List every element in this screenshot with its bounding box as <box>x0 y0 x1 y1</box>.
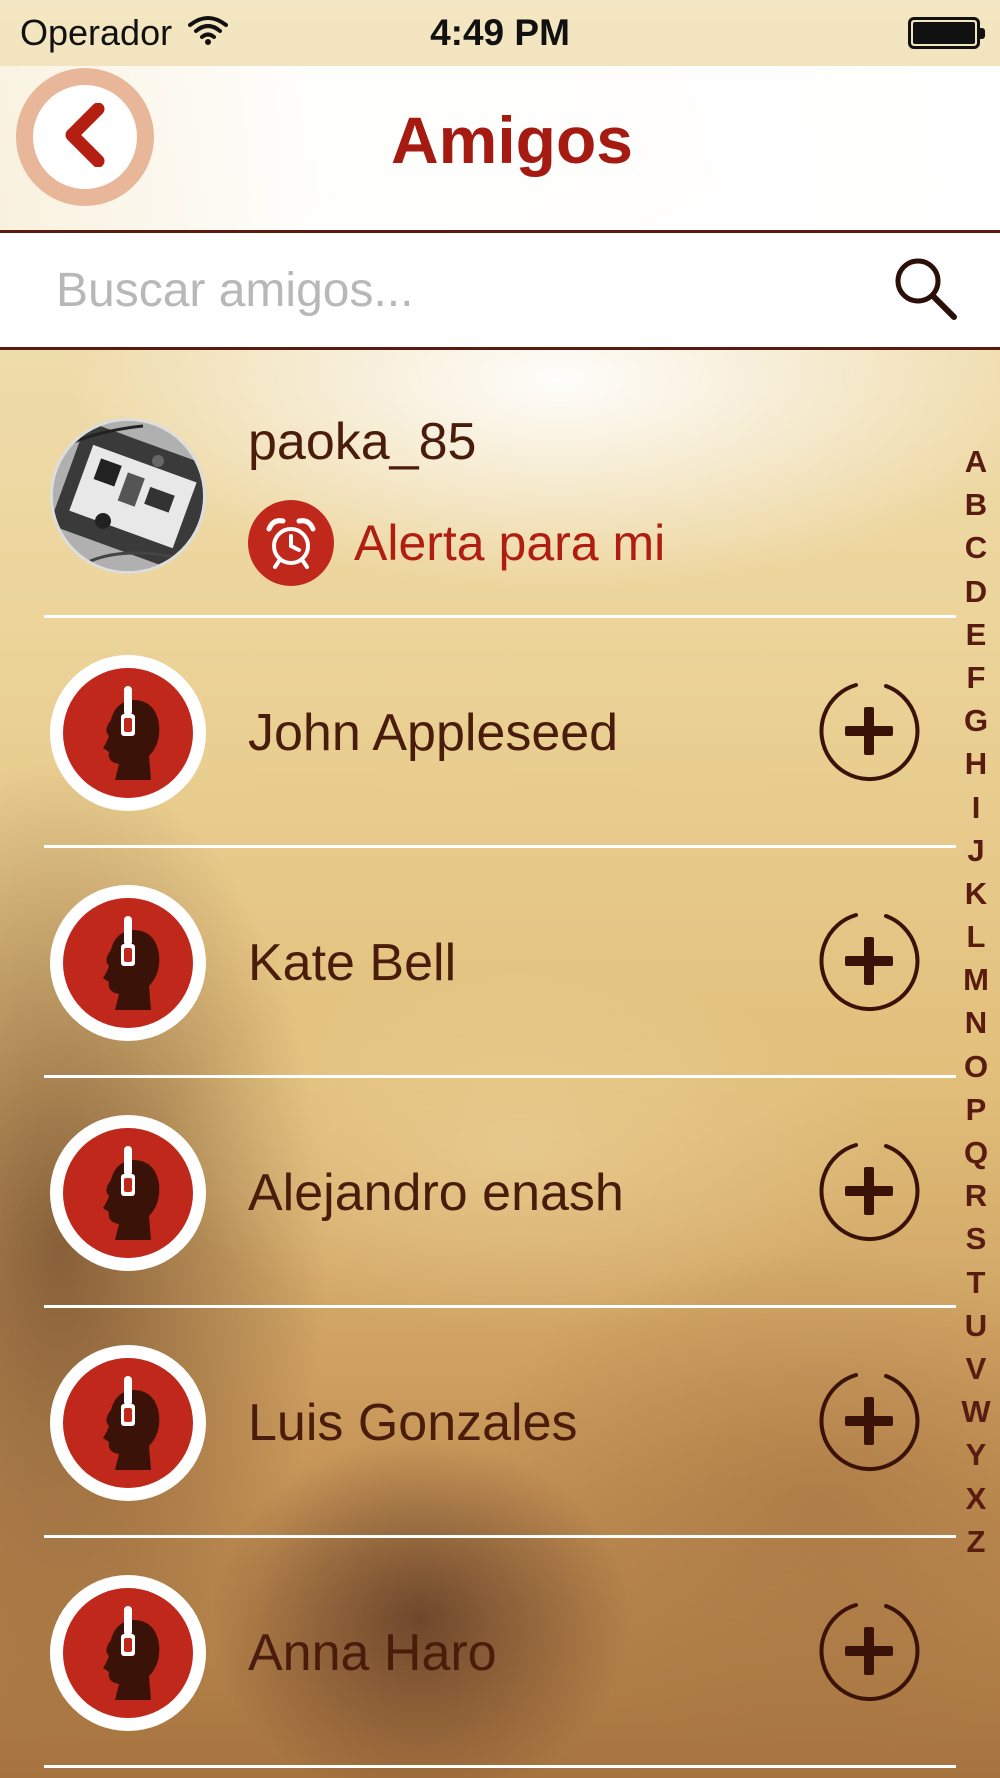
alarm-clock-icon <box>248 500 334 586</box>
plus-circle-icon <box>816 908 922 1019</box>
index-letter[interactable]: A <box>965 440 987 483</box>
friend-name: Luis Gonzales <box>248 1394 578 1452</box>
friend-row[interactable]: Anna Haro <box>0 1538 960 1768</box>
index-letter[interactable]: K <box>965 872 987 915</box>
avatar[interactable] <box>50 1345 206 1501</box>
add-friend-button[interactable] <box>816 1370 922 1476</box>
plus-circle-icon <box>816 1368 922 1479</box>
friend-name: Kate Bell <box>248 934 457 992</box>
search-icon[interactable] <box>890 253 960 328</box>
friend-row[interactable]: Alejandro enash <box>0 1078 960 1308</box>
add-friend-button[interactable] <box>816 1600 922 1706</box>
status-time: 4:49 PM <box>430 12 570 53</box>
index-letter[interactable]: F <box>967 656 986 699</box>
avatar[interactable] <box>50 1575 206 1731</box>
index-letter[interactable]: B <box>965 483 987 526</box>
index-letter[interactable]: Z <box>967 1520 986 1563</box>
add-friend-button[interactable] <box>816 910 922 1016</box>
index-letter[interactable]: N <box>965 1001 987 1044</box>
index-letter[interactable]: L <box>967 915 986 958</box>
friends-list: paoka_85 Alerta para mi John Appleseed K… <box>0 352 960 1768</box>
index-letter[interactable]: R <box>965 1174 987 1217</box>
index-letter[interactable]: Q <box>964 1131 988 1174</box>
index-letter[interactable]: U <box>965 1304 987 1347</box>
index-letter[interactable]: P <box>966 1088 987 1131</box>
index-letter[interactable]: H <box>965 742 987 785</box>
search-bar <box>0 230 1000 350</box>
friend-name: John Appleseed <box>248 704 619 762</box>
search-input[interactable] <box>56 262 890 318</box>
index-letter[interactable]: J <box>967 829 984 872</box>
friend-row[interactable]: Kate Bell <box>0 848 960 1078</box>
my-profile-row[interactable]: paoka_85 Alerta para mi <box>0 352 960 618</box>
add-friend-button[interactable] <box>816 680 922 786</box>
wifi-icon <box>188 12 229 54</box>
headphones-head-icon <box>63 898 193 1028</box>
avatar[interactable] <box>50 1115 206 1271</box>
headphones-head-icon <box>63 1358 193 1488</box>
index-letter[interactable]: S <box>966 1217 987 1260</box>
index-letter[interactable]: M <box>963 958 989 1001</box>
my-username: paoka_85 <box>248 413 477 471</box>
add-friend-button[interactable] <box>816 1140 922 1246</box>
index-letter[interactable]: V <box>966 1347 987 1390</box>
index-letter[interactable]: X <box>966 1477 987 1520</box>
carrier-label: Operador <box>20 12 173 53</box>
battery-fill <box>913 22 975 44</box>
headphones-head-icon <box>63 1588 193 1718</box>
alphabet-index[interactable]: A B C D E F G H I J K L M N O P Q R S T … <box>956 440 996 1563</box>
index-letter[interactable]: T <box>967 1261 986 1304</box>
index-letter[interactable]: G <box>964 699 988 742</box>
avatar[interactable] <box>50 655 206 811</box>
headphones-head-icon <box>63 668 193 798</box>
status-left: Operador <box>20 12 229 54</box>
status-bar: Operador 4:49 PM <box>0 0 1000 66</box>
plus-circle-icon <box>816 678 922 789</box>
nav-header: Amigos <box>0 66 1000 230</box>
my-alert-button[interactable]: Alerta para mi <box>248 500 665 586</box>
index-letter[interactable]: E <box>966 613 987 656</box>
battery-icon <box>908 17 985 49</box>
friend-name: Anna Haro <box>248 1624 497 1682</box>
index-letter[interactable]: C <box>965 526 987 569</box>
index-letter[interactable]: I <box>972 786 981 829</box>
avatar[interactable] <box>50 418 206 574</box>
index-letter[interactable]: D <box>965 570 987 613</box>
friend-name: Alejandro enash <box>248 1164 624 1222</box>
index-letter[interactable]: O <box>964 1045 988 1088</box>
index-letter[interactable]: Y <box>966 1433 987 1476</box>
avatar[interactable] <box>50 885 206 1041</box>
plus-circle-icon <box>816 1598 922 1709</box>
plus-circle-icon <box>816 1138 922 1249</box>
page-title: Amigos <box>390 103 634 177</box>
friend-row[interactable]: Luis Gonzales <box>0 1308 960 1538</box>
alert-label: Alerta para mi <box>354 515 666 571</box>
friend-row[interactable]: John Appleseed <box>0 618 960 848</box>
index-letter[interactable]: W <box>961 1390 990 1433</box>
headphones-head-icon <box>63 1128 193 1258</box>
